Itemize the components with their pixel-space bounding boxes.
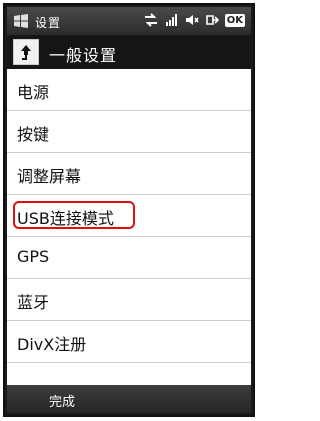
- phone-screen: 设置 OK 一般设置 电源 按键 调整屏幕 USB连接模式 GPS 蓝牙 Div…: [3, 3, 255, 417]
- list-item-divx[interactable]: DivX注册: [7, 321, 251, 363]
- back-button[interactable]: [13, 39, 39, 65]
- page-header: 一般设置: [7, 35, 251, 69]
- ok-button[interactable]: OK: [224, 13, 245, 27]
- list-item-buttons[interactable]: 按键: [7, 111, 251, 153]
- settings-list: 电源 按键 调整屏幕 USB连接模式 GPS 蓝牙 DivX注册: [7, 69, 251, 385]
- page-title: 一般设置: [49, 46, 118, 65]
- network-arrows-icon[interactable]: [143, 13, 159, 27]
- list-item-partial[interactable]: [7, 363, 251, 385]
- windows-flag-icon[interactable]: [13, 13, 29, 29]
- list-item-bluetooth[interactable]: 蓝牙: [7, 279, 251, 321]
- status-title: 设置: [35, 16, 62, 30]
- list-item-gps[interactable]: GPS: [7, 237, 251, 279]
- list-item-usb-mode[interactable]: USB连接模式: [7, 195, 251, 237]
- list-item-label: 电源: [17, 83, 50, 102]
- list-item-label: GPS: [17, 247, 50, 266]
- signal-icon[interactable]: [165, 13, 179, 27]
- softkey-bar: 完成: [7, 385, 251, 413]
- list-item-label: DivX注册: [17, 335, 87, 354]
- back-arrow-icon: [21, 45, 31, 60]
- connection-icon[interactable]: [205, 13, 219, 27]
- list-item-screen[interactable]: 调整屏幕: [7, 153, 251, 195]
- status-icons: OK: [143, 13, 245, 27]
- list-item-label: 蓝牙: [17, 293, 50, 312]
- done-button[interactable]: 完成: [49, 391, 75, 410]
- list-item-label: 调整屏幕: [17, 167, 82, 186]
- status-bar: 设置 OK: [7, 7, 251, 35]
- list-item-label: 按键: [17, 125, 50, 144]
- list-item-power[interactable]: 电源: [7, 69, 251, 111]
- volume-mute-icon[interactable]: [185, 13, 199, 27]
- list-item-label: USB连接模式: [17, 209, 114, 228]
